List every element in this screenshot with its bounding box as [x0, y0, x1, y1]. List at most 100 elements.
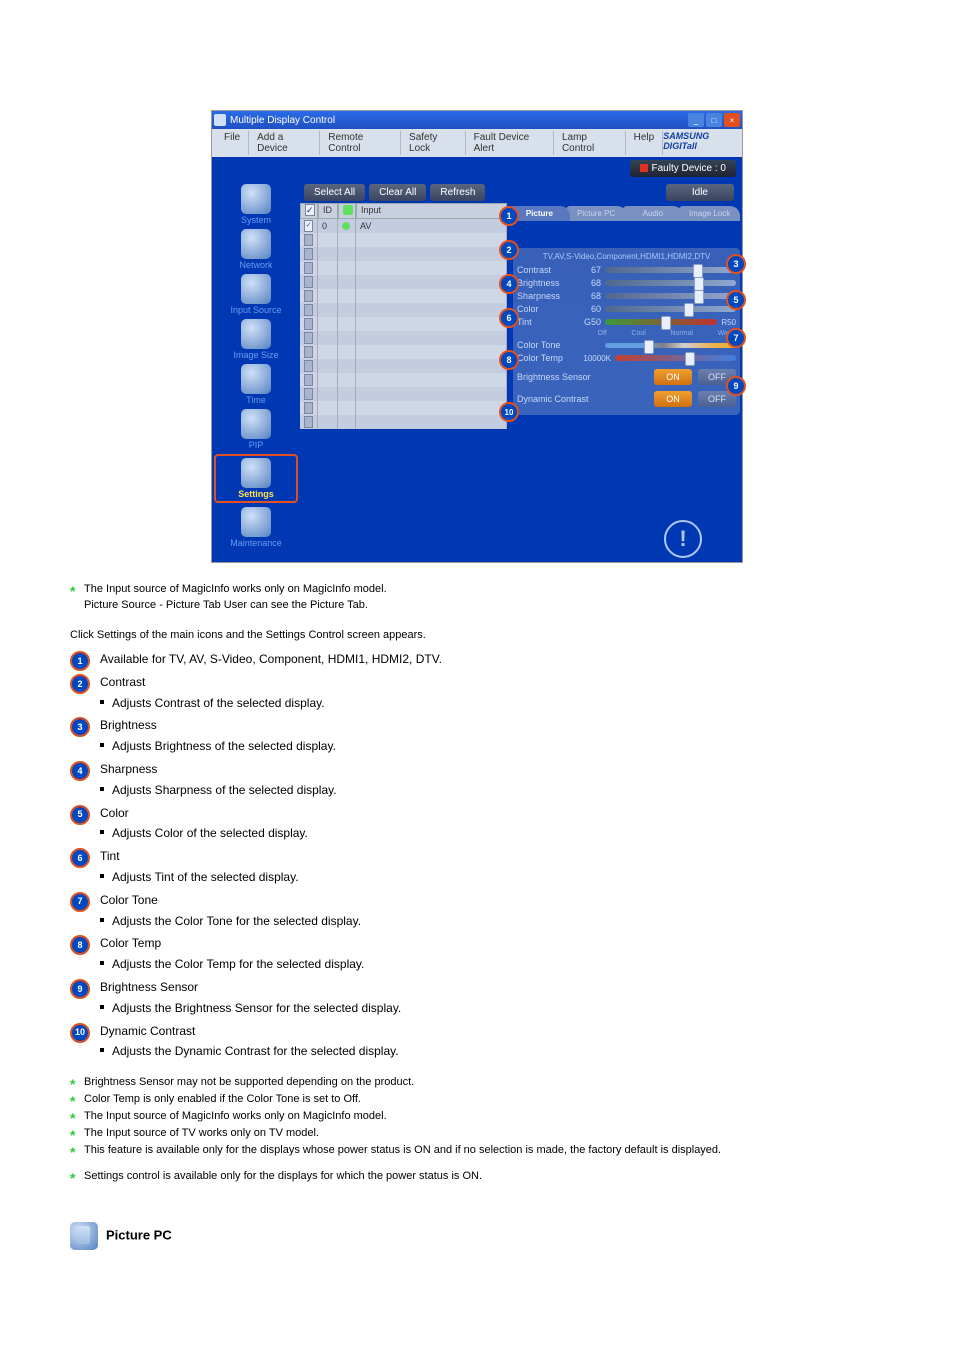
refresh-button[interactable]: Refresh	[430, 184, 485, 201]
maintenance-icon	[241, 507, 271, 537]
time-icon	[241, 364, 271, 394]
color-slider[interactable]	[605, 306, 736, 312]
nav-network[interactable]: Network	[214, 229, 298, 270]
callout-6: 6	[499, 308, 519, 328]
maximize-button[interactable]: □	[706, 113, 722, 127]
table-row	[300, 233, 507, 247]
nav-settings[interactable]: Settings	[214, 454, 298, 503]
image-size-icon	[241, 319, 271, 349]
table-row[interactable]: ✓ 0 AV	[300, 219, 507, 233]
list-item: Tint Adjusts Tint of the selected displa…	[70, 848, 884, 886]
callout-7: 7	[726, 328, 746, 348]
menu-fault-device-alert[interactable]: Fault Device Alert	[466, 131, 554, 155]
brightness-sensor-row: Brightness Sensor ON OFF	[517, 369, 736, 385]
table-row	[300, 387, 507, 401]
system-icon	[241, 184, 271, 214]
table-row	[300, 303, 507, 317]
status-dot-icon	[342, 222, 350, 230]
nav-system[interactable]: System	[214, 184, 298, 225]
window-title: Multiple Display Control	[230, 115, 335, 126]
color-tone-row: Off Cool Normal Warm Color Tone	[517, 330, 736, 350]
window-titlebar: Multiple Display Control _ □ ×	[212, 111, 742, 129]
brightness-sensor-on[interactable]: ON	[654, 369, 692, 385]
clear-all-button[interactable]: Clear All	[369, 184, 426, 201]
alert-icon: !	[664, 520, 702, 558]
callout-3: 3	[726, 254, 746, 274]
col-input: Input	[356, 203, 507, 219]
list-item: Sharpness Adjusts Sharpness of the selec…	[70, 761, 884, 799]
network-icon	[241, 229, 271, 259]
table-row	[300, 317, 507, 331]
contrast-slider[interactable]	[605, 267, 736, 273]
color-temp-slider[interactable]	[615, 355, 736, 361]
list-item: Brightness Adjusts Brightness of the sel…	[70, 717, 884, 755]
dynamic-contrast-row: Dynamic Contrast ON OFF	[517, 391, 736, 407]
table-row	[300, 261, 507, 275]
nav-time[interactable]: Time	[214, 364, 298, 405]
contrast-row: Contrast 67	[517, 265, 736, 275]
check-icon: ✓	[305, 204, 315, 216]
nav-pip[interactable]: PIP	[214, 409, 298, 450]
star-icon: *	[70, 1110, 84, 1126]
table-row	[300, 247, 507, 261]
tab-image-lock[interactable]: Image Lock	[679, 206, 740, 221]
list-item: Dynamic Contrast Adjusts the Dynamic Con…	[70, 1023, 884, 1061]
nav-image-size[interactable]: Image Size	[214, 319, 298, 360]
menu-remote-control[interactable]: Remote Control	[320, 131, 401, 155]
color-temp-row: Color Temp 10000K	[517, 353, 736, 363]
table-row	[300, 373, 507, 387]
callout-9: 9	[726, 376, 746, 396]
menu-help[interactable]: Help	[626, 131, 664, 155]
table-row	[300, 275, 507, 289]
color-tone-slider[interactable]	[605, 343, 736, 348]
menu-lamp-control[interactable]: Lamp Control	[554, 131, 626, 155]
table-row	[300, 415, 507, 429]
left-nav: System Network Input Source Image Size T…	[212, 180, 300, 562]
close-button[interactable]: ×	[724, 113, 740, 127]
settings-tabs: Picture Picture PC Audio Image Lock	[513, 206, 740, 221]
list-item: Available for TV, AV, S-Video, Component…	[70, 651, 884, 668]
callout-10: 10	[499, 402, 519, 422]
tint-right-val: R50	[721, 318, 736, 327]
star-icon: *	[70, 1170, 84, 1186]
minimize-button[interactable]: _	[688, 113, 704, 127]
faulty-device-badge: Faulty Device : 0	[630, 160, 736, 177]
callout-1: 1	[499, 206, 519, 226]
sharpness-slider[interactable]	[605, 293, 736, 299]
status-idle: Idle	[666, 184, 734, 201]
star-icon: *	[70, 583, 84, 599]
row-check[interactable]: ✓	[304, 220, 313, 232]
nav-maintenance[interactable]: Maintenance	[214, 507, 298, 548]
settings-panel: Idle Picture Picture PC Audio Image Lock…	[507, 180, 742, 562]
app-screenshot: Multiple Display Control _ □ × File Add …	[211, 110, 743, 563]
callout-5: 5	[726, 290, 746, 310]
menu-add-device[interactable]: Add a Device	[249, 131, 320, 155]
tab-audio[interactable]: Audio	[623, 206, 684, 221]
samsung-logo: SAMSUNG DIGITall	[663, 131, 738, 155]
star-icon: *	[70, 1127, 84, 1143]
menu-safety-lock[interactable]: Safety Lock	[401, 131, 466, 155]
table-row	[300, 345, 507, 359]
row-input: AV	[356, 219, 507, 233]
fault-indicator-icon	[640, 164, 648, 172]
dynamic-contrast-on[interactable]: ON	[654, 391, 692, 407]
tint-slider[interactable]	[605, 319, 717, 325]
sharpness-row: Sharpness 68	[517, 291, 736, 301]
select-all-button[interactable]: Select All	[304, 184, 365, 201]
table-row	[300, 331, 507, 345]
list-item: Brightness Sensor Adjusts the Brightness…	[70, 979, 884, 1017]
panel-source-header: TV,AV,S-Video,Component,HDMI1,HDMI2,DTV	[517, 252, 736, 261]
menu-file[interactable]: File	[216, 131, 249, 155]
star-icon: *	[70, 1093, 84, 1109]
app-icon	[214, 114, 226, 126]
brightness-slider[interactable]	[605, 280, 736, 286]
list-item: Color Tone Adjusts the Color Tone for th…	[70, 892, 884, 930]
table-row	[300, 359, 507, 373]
nav-input-source[interactable]: Input Source	[214, 274, 298, 315]
list-item: Color Temp Adjusts the Color Temp for th…	[70, 935, 884, 973]
settings-icon	[241, 458, 271, 488]
col-id: ID	[318, 203, 338, 219]
notes-block-1: *The Input source of MagicInfo works onl…	[70, 583, 884, 615]
grid-header: ✓ ID Input	[300, 203, 507, 219]
tab-picture-pc[interactable]: Picture PC	[566, 206, 627, 221]
